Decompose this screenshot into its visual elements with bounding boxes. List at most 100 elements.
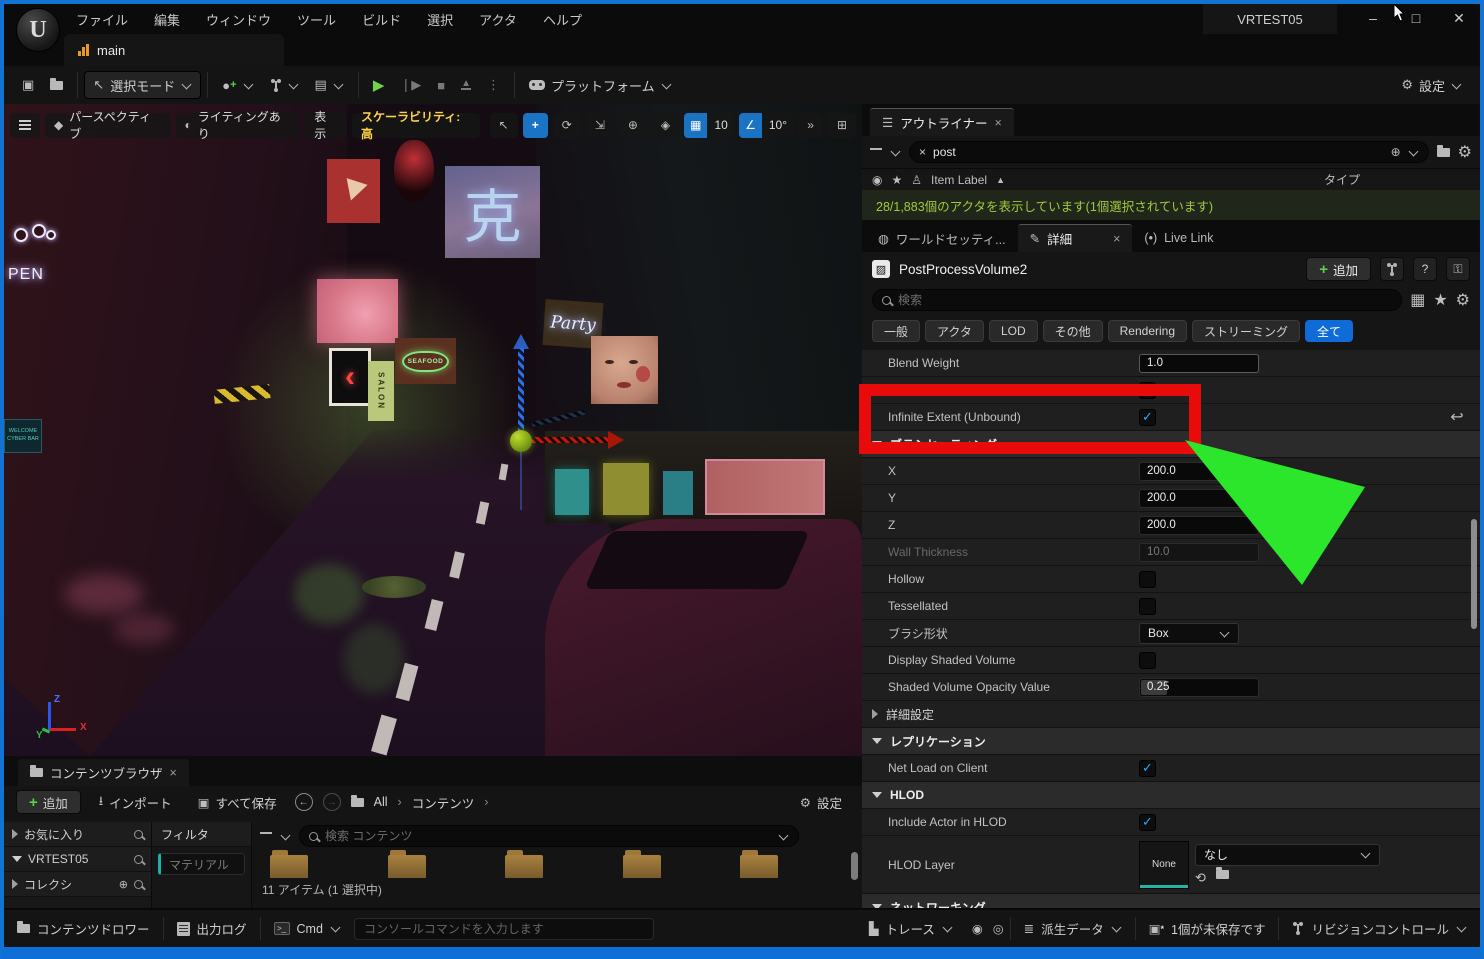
world-local-toggle[interactable]: ⊕ <box>619 113 647 138</box>
filter-funnel-icon[interactable] <box>260 832 272 834</box>
menu-tools[interactable]: ツール <box>297 10 336 29</box>
close-icon[interactable]: × <box>994 116 1001 130</box>
gizmo-x-axis[interactable] <box>532 437 610 443</box>
chip-actor[interactable]: アクタ <box>925 320 984 342</box>
platforms-dropdown[interactable]: プラットフォーム <box>521 71 680 99</box>
hollow-checkbox[interactable]: ✓ <box>1139 571 1156 588</box>
chevron-down-icon[interactable] <box>281 830 291 840</box>
cb-project-row[interactable]: VRTEST05 <box>4 847 151 872</box>
details-search-input[interactable] <box>898 293 1392 307</box>
use-selected-asset-icon[interactable]: ⟲ <box>1195 870 1206 886</box>
filter-funnel-icon[interactable] <box>870 148 882 150</box>
category-replication[interactable]: レプリケーション <box>862 728 1480 755</box>
grid-snap-control[interactable]: ▦ 10 <box>684 113 734 138</box>
show-dropdown[interactable]: 表示 <box>305 113 347 138</box>
cb-collections-row[interactable]: コレクシ ⊕ <box>4 872 151 897</box>
gizmo-x-arrowhead[interactable] <box>608 431 624 449</box>
gear-icon[interactable]: ⚙ <box>1458 142 1472 162</box>
cb-scrollbar[interactable] <box>851 852 858 880</box>
include-hlod-checkbox[interactable]: ✓ <box>1139 814 1156 831</box>
folder-asset[interactable] <box>623 850 661 878</box>
angle-snap-icon[interactable]: ∠ <box>739 113 762 138</box>
search-icon[interactable] <box>134 880 143 889</box>
window-minimize-button[interactable]: – <box>1356 4 1390 32</box>
lock-details-button[interactable]: ⚿ <box>1446 257 1470 281</box>
tab-world-settings[interactable]: ◍ ワールドセッティ... <box>866 224 1018 252</box>
details-search-box[interactable] <box>872 289 1402 311</box>
play-options-button[interactable]: ⋮ <box>479 71 508 99</box>
favorites-star-icon[interactable]: ★ <box>1433 290 1447 310</box>
save-button[interactable]: ▣ <box>14 71 42 99</box>
console-input-box[interactable] <box>354 918 654 940</box>
menu-build[interactable]: ビルド <box>362 10 401 29</box>
camera-speed-button[interactable]: » <box>798 113 823 138</box>
chip-all[interactable]: 全て <box>1305 320 1353 342</box>
add-actor-dropdown[interactable]: ●+ <box>214 71 261 99</box>
brush-z-input[interactable] <box>1139 516 1259 535</box>
outliner-search-input[interactable] <box>933 145 1384 159</box>
tab-outliner[interactable]: ☰ アウトライナー × <box>870 108 1014 136</box>
folder-asset[interactable] <box>388 850 426 878</box>
angle-snap-value[interactable]: 10° <box>762 113 793 138</box>
trace-snapshot-icon[interactable]: ◎ <box>993 921 1004 936</box>
hlod-layer-thumbnail[interactable]: None <box>1139 841 1189 889</box>
display-filter-icon[interactable]: ▦ <box>1410 290 1425 310</box>
tab-details[interactable]: ✎ 詳細 × <box>1018 224 1133 252</box>
brush-x-input[interactable] <box>1139 462 1259 481</box>
category-hlod[interactable]: HLOD <box>862 782 1480 809</box>
view-mode-dropdown[interactable]: ◐ライティングあり <box>176 113 301 138</box>
add-component-button[interactable]: + 追加 <box>1306 257 1371 281</box>
cb-settings-button[interactable]: ⚙ 設定 <box>792 788 850 816</box>
actor-type-icon[interactable]: ♙ <box>911 173 922 187</box>
brush-shape-dropdown[interactable]: Box <box>1139 623 1239 644</box>
details-scrollbar[interactable] <box>1471 519 1477 629</box>
create-folder-icon[interactable] <box>1437 148 1450 157</box>
gear-icon[interactable]: ⚙ <box>1456 290 1470 310</box>
cb-add-button[interactable]: + 追加 <box>16 790 81 814</box>
trace-dropdown[interactable]: ▙ トレース <box>856 910 966 947</box>
net-load-checkbox[interactable]: ✓ <box>1139 760 1156 777</box>
settings-dropdown[interactable]: ⚙ 設定 <box>1393 71 1470 99</box>
surface-snap-button[interactable]: ◈ <box>652 113 679 138</box>
scalability-warning-button[interactable]: スケーラビリティ:高 <box>352 113 480 138</box>
search-icon[interactable] <box>134 830 143 839</box>
column-item-label[interactable]: Item Label <box>931 173 987 187</box>
add-filter-icon[interactable]: ⊕ <box>1391 145 1401 159</box>
hlod-layer-dropdown[interactable]: なし <box>1195 844 1380 866</box>
chevron-down-icon[interactable] <box>891 146 901 156</box>
grid-snap-value[interactable]: 10 <box>707 113 734 138</box>
open-blueprint-button[interactable] <box>1380 257 1404 281</box>
chip-streaming[interactable]: ストリーミング <box>1192 320 1300 342</box>
chip-lod[interactable]: LOD <box>989 320 1038 342</box>
window-close-button[interactable]: ✕ <box>1442 4 1476 32</box>
column-type[interactable]: タイプ <box>1324 171 1470 188</box>
chip-general[interactable]: 一般 <box>872 320 920 342</box>
viewport-menu-button[interactable] <box>10 113 40 138</box>
folder-asset[interactable] <box>505 850 543 878</box>
level-tab-main[interactable]: main <box>64 34 284 66</box>
shaded-volume-opacity-input[interactable]: 0.25 <box>1139 678 1259 697</box>
browse-to-asset-icon[interactable] <box>1216 870 1229 879</box>
chevron-down-icon[interactable] <box>1408 146 1418 156</box>
gizmo-origin-handle[interactable] <box>510 430 532 452</box>
tessellated-checkbox[interactable]: ✓ <box>1139 598 1156 615</box>
clear-search-icon[interactable]: × <box>919 145 926 159</box>
content-drawer-button[interactable]: コンテンツドロワー <box>4 910 163 947</box>
level-viewport[interactable]: 克 ‹ SEAFOOD SALON Party PEN WELCOME CYBE… <box>4 104 862 756</box>
browse-content-button[interactable] <box>42 71 71 99</box>
chip-rendering[interactable]: Rendering <box>1108 320 1187 342</box>
back-icon[interactable]: ← <box>295 793 313 811</box>
menu-select[interactable]: 選択 <box>427 10 453 29</box>
close-icon[interactable]: × <box>170 766 177 780</box>
trace-record-icon[interactable]: ◉ <box>972 921 983 936</box>
rotate-tool-button[interactable]: ⟳ <box>553 113 581 138</box>
visibility-eye-icon[interactable]: ◉ <box>872 173 882 187</box>
console-input[interactable] <box>364 922 644 936</box>
search-icon[interactable] <box>134 855 143 864</box>
forward-icon[interactable]: → <box>323 793 341 811</box>
cb-search-box[interactable] <box>299 825 799 847</box>
outliner-search-box[interactable]: × ⊕ <box>909 141 1429 163</box>
cb-import-button[interactable]: ⭳ インポート <box>91 788 180 816</box>
expander-advanced[interactable]: 詳細設定 <box>862 701 1480 728</box>
unsaved-changes-button[interactable]: ▣* 1個が未保存です <box>1136 910 1279 947</box>
